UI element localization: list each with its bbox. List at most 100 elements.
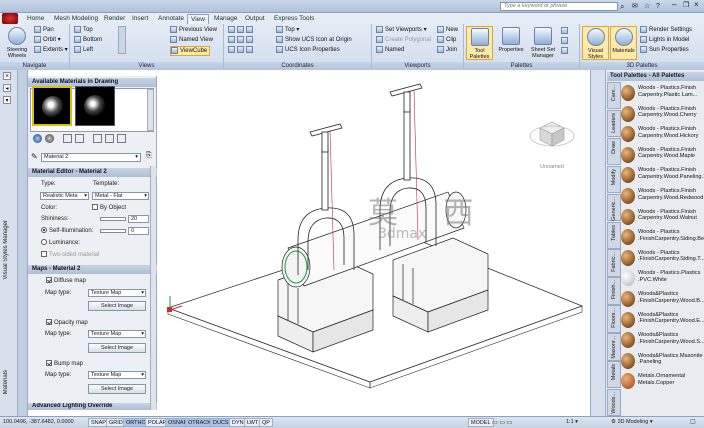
tool-palette-material-item[interactable]: Woods&Plastics .FinishCarpentry.Wood.E..… (621, 311, 704, 331)
type-dropdown[interactable]: Realistic Meta ▾ (40, 192, 89, 200)
tab-insert[interactable]: Insert (129, 14, 151, 24)
tool-palette-material-item[interactable]: Woods - Plastics.Finish Carpentry.Plasti… (621, 84, 704, 104)
swatch-scrollbar[interactable] (147, 89, 154, 131)
material-editor-header[interactable]: Material Editor - Material 2 (28, 168, 157, 177)
favorites-icon[interactable]: ☆ (644, 2, 650, 11)
set-viewports-button[interactable]: Set Viewports ▾ (376, 26, 427, 34)
self-illumination-radio[interactable]: Self-Illumination: (41, 227, 93, 235)
steering-wheels-button[interactable]: Steering Wheels (3, 26, 31, 60)
tool-palette-material-item[interactable]: Woods - Plastics.Finish Carpentry.Wood.M… (621, 146, 704, 166)
tool-palette-tab[interactable]: Floors... (607, 305, 621, 333)
ucs-icon-properties-button[interactable]: UCS Icon Properties (276, 46, 340, 54)
tool-palettes-header[interactable]: Tool Palettes - All Palettes (607, 72, 704, 81)
bump-map-type-dropdown[interactable]: Texture Map ▾ (88, 371, 146, 379)
luminance-radio[interactable]: Luminance: (41, 239, 80, 247)
material-swatch-2[interactable] (75, 86, 115, 126)
tool-palette-material-item[interactable]: Woods - Plastics.Finish Carpentry.Wood.R… (621, 187, 704, 207)
diffuse-select-image-button[interactable]: Select Image (88, 301, 146, 311)
tab-home[interactable]: Home (24, 14, 47, 24)
close-icon[interactable]: × (694, 0, 699, 9)
tool-palette-material-item[interactable]: Metals.Ornamental Metals.Copper (621, 372, 704, 392)
ucs-icon-button[interactable] (228, 26, 255, 34)
tool-palette-tab[interactable]: Masonr... (607, 333, 621, 361)
tool-palette-tab[interactable]: Leaders (607, 109, 621, 138)
tool-palette-material-item[interactable]: Woods - Plastics.Finish Carpentry.Wood.W… (621, 208, 704, 228)
search-icon[interactable]: ⌕ (620, 2, 624, 11)
create-material-icon[interactable] (63, 134, 72, 143)
view-left-button[interactable]: Left (74, 46, 93, 54)
material-options-icon[interactable]: ⎘ (146, 152, 152, 160)
diffuse-map-checkbox[interactable]: Diffuse map (46, 277, 86, 285)
drawing-viewport[interactable]: Unnamed 莫 西 3dmax (158, 70, 590, 416)
purge-icon[interactable] (75, 134, 84, 143)
tool-palette-tab[interactable]: Modify (607, 165, 621, 194)
maps-header[interactable]: Maps - Material 2 (28, 265, 157, 274)
restore-icon[interactable]: ❐ (683, 1, 689, 9)
view-bottom-button[interactable]: Bottom (74, 36, 102, 44)
select-objects-icon[interactable] (117, 134, 126, 143)
sun-properties-button[interactable]: Sun Properties (640, 46, 689, 54)
tool-palette-material-item[interactable]: Woods - Plastics .FinishCarpentry.Siding… (621, 228, 704, 248)
lights-in-model-button[interactable]: Lights in Model (640, 36, 689, 44)
tool-palette-tab[interactable]: Woods... (607, 388, 621, 417)
opacity-map-checkbox[interactable]: Opacity map (46, 319, 88, 327)
tool-palette-material-item[interactable]: Woods - Plastics.Finish Carpentry.Wood.H… (621, 125, 704, 145)
palettes-extra-3[interactable] (561, 47, 570, 55)
extents-button[interactable]: Extents ▾ (34, 46, 68, 54)
tool-palette-material-item[interactable]: Woods - Plastics .FinishCarpentry.Siding… (621, 249, 704, 269)
tool-palette-tab[interactable]: Fabric... (607, 249, 621, 277)
new-viewport-button[interactable]: New (437, 26, 458, 34)
tool-palette-tab[interactable]: Metals (607, 361, 621, 389)
tab-annotate[interactable]: Annotate (155, 14, 187, 24)
status-toggle-qp[interactable]: QP (259, 418, 273, 427)
coordinate-readout[interactable]: 100.0496, -387.6482, 0.0000 (3, 418, 74, 427)
template-dropdown[interactable]: Metal - Flat ▾ (92, 192, 149, 200)
tool-palette-material-item[interactable]: Woods&Plastics .FinishCarpentry.Wood.S..… (621, 331, 704, 351)
checkered-bg-icon[interactable] (45, 134, 54, 143)
minimize-icon[interactable]: – (672, 0, 676, 9)
palette-autohide-icon[interactable]: ◂ (3, 84, 11, 92)
pan-button[interactable]: Pan (34, 26, 54, 34)
tab-mesh-modeling[interactable]: Mesh Modeling (51, 14, 101, 24)
tool-palette-material-item[interactable]: Woods&Plastics .FinishCarpentry.Wood.B..… (621, 290, 704, 310)
visual-styles-button[interactable]: Visual Styles (582, 26, 609, 60)
render-settings-button[interactable]: Render Settings (640, 26, 692, 34)
tab-manage[interactable]: Manage (211, 14, 241, 24)
opacity-select-image-button[interactable]: Select Image (88, 343, 146, 353)
materials-button[interactable]: Materials (610, 26, 637, 60)
previous-view-button[interactable]: Previous View (170, 26, 217, 34)
tool-palette-tab[interactable]: Generic... (607, 193, 621, 221)
layout-icons[interactable]: ▭ ▭ ▭ (492, 419, 512, 426)
workspace-switch[interactable]: ⚙ 3D Modeling ▾ (611, 418, 653, 427)
palettes-extra-1[interactable] (561, 27, 570, 35)
by-object-checkbox[interactable]: By Object (92, 204, 126, 212)
remove-material-icon[interactable] (105, 134, 114, 143)
palette-properties-icon[interactable]: ▾ (3, 96, 11, 104)
clean-screen-icon[interactable]: ▢ (690, 418, 696, 427)
tool-palette-tab[interactable]: Tables (607, 221, 621, 249)
named-viewports-button[interactable]: Named (376, 46, 404, 54)
tab-view[interactable]: View (187, 14, 209, 24)
app-menu-icon[interactable] (2, 13, 18, 24)
tool-palette-material-item[interactable]: Woods - Plastics.Finish Carpentry.Wood.C… (621, 105, 704, 125)
viewcube-ucs-label[interactable]: Unnamed (540, 164, 564, 170)
ucs-named-dropdown[interactable]: Top ▾ (276, 26, 299, 34)
tab-render[interactable]: Render (101, 14, 128, 24)
search-box[interactable]: Type a keyword or phrase (500, 2, 618, 11)
annotation-scale[interactable]: 1:1 ▾ (566, 418, 578, 427)
materials-palette-titlebar[interactable]: × ◂ ▾ Visual Styles Manager Materials (0, 70, 28, 416)
shininess-input[interactable]: 20 (128, 215, 149, 223)
orbit-button[interactable]: Orbit ▾ (34, 36, 61, 44)
palettes-extra-2[interactable] (561, 37, 570, 45)
tool-palettes-button[interactable]: Tool Palettes (466, 26, 493, 60)
palette-close-icon[interactable]: × (3, 72, 11, 80)
view-top-button[interactable]: Top (74, 26, 93, 34)
material-select-dropdown[interactable]: Material 2 ▾ (41, 153, 141, 162)
shininess-slider[interactable] (100, 217, 126, 221)
ucs-3point-button[interactable] (228, 36, 255, 44)
diffuse-map-type-dropdown[interactable]: Texture Map ▾ (88, 289, 146, 297)
ucs-z-button[interactable] (228, 46, 255, 54)
opacity-map-type-dropdown[interactable]: Texture Map ▾ (88, 330, 146, 338)
tool-palette-tab[interactable]: Cam... (607, 82, 621, 110)
advanced-lighting-header[interactable]: Advanced Lighting Override (28, 403, 157, 410)
